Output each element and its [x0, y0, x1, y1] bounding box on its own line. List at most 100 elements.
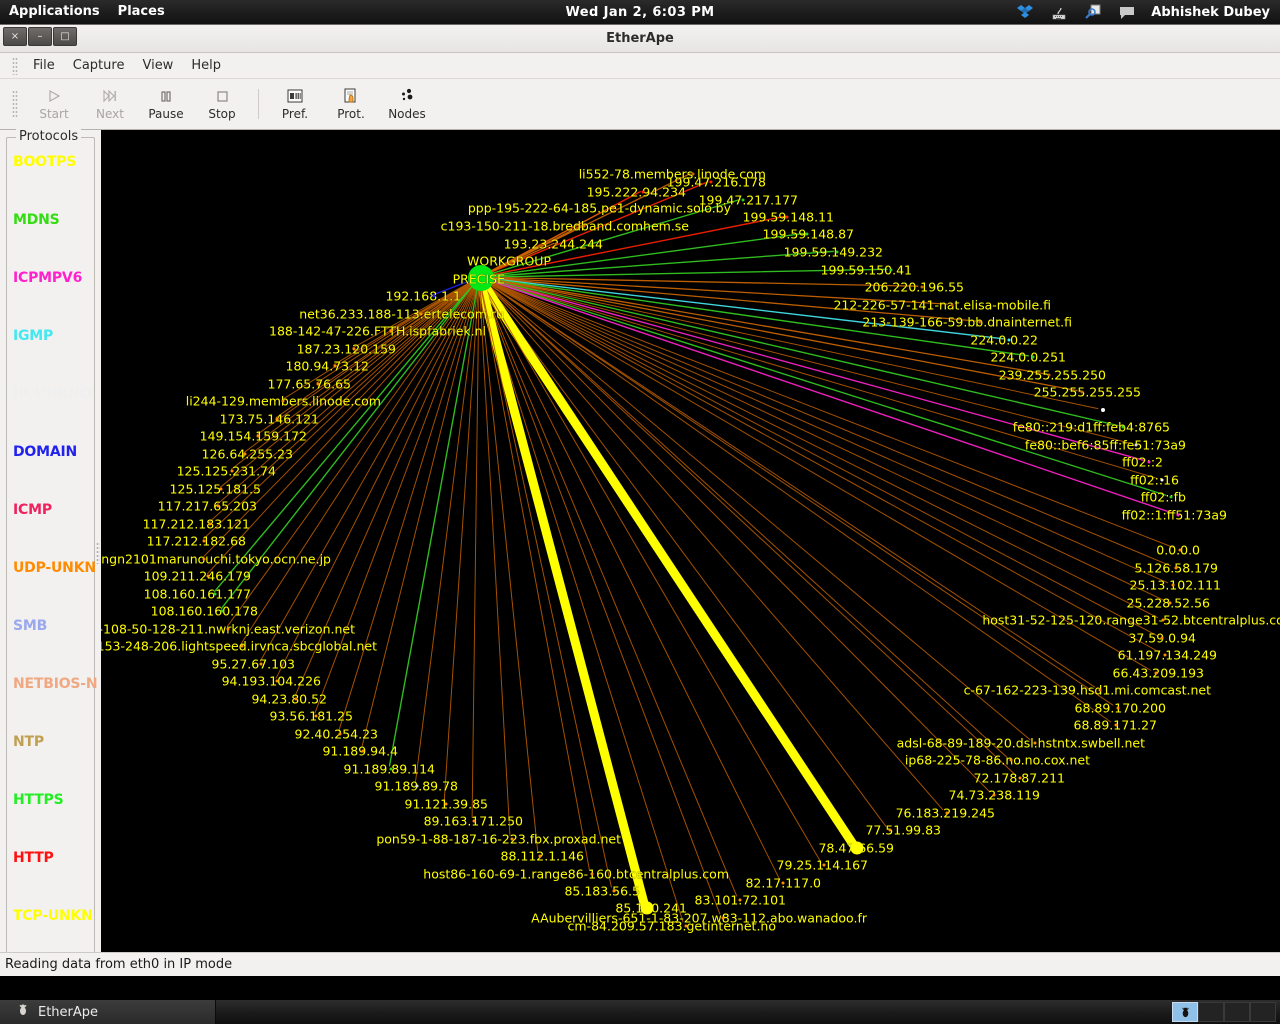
graph-node[interactable]	[275, 679, 279, 683]
graph-node[interactable]	[432, 294, 436, 298]
graph-node[interactable]	[1178, 548, 1182, 552]
taskbar-window-etherape[interactable]: EtherApe	[0, 1000, 216, 1024]
graph-node[interactable]	[1168, 601, 1172, 605]
menu-help[interactable]: Help	[182, 55, 230, 76]
graph-node[interactable]	[256, 434, 260, 438]
search-icon[interactable]	[1083, 2, 1103, 22]
graph-node[interactable]	[1101, 408, 1105, 412]
graph-node[interactable]	[219, 487, 223, 491]
graph-node[interactable]	[361, 749, 365, 753]
graph-node[interactable]	[554, 242, 558, 246]
preferences-button[interactable]: Pref.	[267, 82, 323, 127]
protocol-item-smb[interactable]: SMB	[7, 618, 94, 676]
user-menu[interactable]: Abhishek Dubey	[1151, 5, 1276, 20]
protocol-item-bootps[interactable]: BOOTPS	[7, 154, 94, 212]
graph-node[interactable]	[1033, 741, 1037, 745]
graph-node[interactable]	[741, 198, 745, 202]
graph-node[interactable]	[213, 592, 217, 596]
protocol-item-ip-unkno[interactable]: IP_UNKNO	[7, 386, 94, 444]
graph-node[interactable]	[1154, 671, 1158, 675]
protocol-item-https[interactable]: HTTPS	[7, 792, 94, 850]
graph-node[interactable]	[1098, 688, 1102, 692]
graph-node[interactable]	[920, 285, 924, 289]
graph-node[interactable]	[1018, 776, 1022, 780]
protocol-item-netbios-n[interactable]: NETBIOS-N	[7, 676, 98, 734]
graph-node[interactable]	[226, 627, 230, 631]
protocol-item-igmp[interactable]: IGMP	[7, 328, 94, 386]
graph-node[interactable]	[1031, 355, 1035, 359]
workspace-4[interactable]	[1250, 1002, 1276, 1022]
graph-node[interactable]	[582, 224, 586, 228]
protocol-item-mdns[interactable]: MDNS	[7, 212, 94, 270]
graph-node[interactable]	[1161, 618, 1165, 622]
graph-node[interactable]	[822, 863, 826, 867]
graph-node[interactable]	[684, 924, 688, 928]
protocol-item-icmp[interactable]: ICMP	[7, 502, 94, 560]
graph-node[interactable]	[612, 889, 616, 893]
graph-node[interactable]	[415, 784, 419, 788]
graph-node[interactable]	[220, 609, 224, 613]
graph-node[interactable]	[1121, 425, 1125, 429]
graph-node[interactable]	[738, 898, 742, 902]
graph-node[interactable]	[243, 452, 247, 456]
workspace-3[interactable]	[1224, 1002, 1250, 1022]
graph-node[interactable]	[538, 854, 542, 858]
graph-node[interactable]	[202, 557, 206, 561]
graph-node[interactable]	[1176, 513, 1180, 517]
workspace-1[interactable]	[1172, 1002, 1198, 1022]
graph-node[interactable]	[1134, 443, 1138, 447]
graph-node[interactable]	[1116, 706, 1120, 710]
dropbox-icon[interactable]	[1015, 2, 1035, 22]
protocol-item-ntp[interactable]: NTP	[7, 734, 94, 792]
toolbar-grip[interactable]	[12, 90, 18, 118]
graph-node[interactable]	[641, 190, 645, 194]
graph-node[interactable]	[850, 841, 864, 855]
graph-node[interactable]	[338, 732, 342, 736]
graph-node[interactable]	[230, 469, 234, 473]
protocol-item-domain[interactable]: DOMAIN	[7, 444, 94, 502]
graph-node[interactable]	[835, 250, 839, 254]
graph-node[interactable]	[208, 522, 212, 526]
graph-node[interactable]	[352, 347, 356, 351]
pause-button[interactable]: Pause	[138, 82, 194, 127]
graph-node[interactable]	[1174, 566, 1178, 570]
graph-node[interactable]	[709, 180, 713, 184]
graph-node[interactable]	[1114, 723, 1118, 727]
chat-icon[interactable]	[1117, 2, 1137, 22]
protocol-item-udp-unkn[interactable]: UDP-UNKN	[7, 560, 96, 618]
graph-node[interactable]	[316, 382, 320, 386]
keyboard-indicator-icon[interactable]	[1049, 2, 1069, 22]
graph-node[interactable]	[1047, 373, 1051, 377]
graph-node[interactable]	[275, 417, 279, 421]
graph-node[interactable]	[1171, 583, 1175, 587]
stop-button[interactable]: Stop	[194, 82, 250, 127]
graph-node[interactable]	[611, 206, 615, 210]
graph-node[interactable]	[781, 881, 785, 885]
graph-node[interactable]	[992, 793, 996, 797]
graph-node[interactable]	[950, 303, 954, 307]
graph-node[interactable]	[472, 819, 476, 823]
graph-node[interactable]	[294, 697, 298, 701]
graph-node-center[interactable]	[468, 265, 494, 291]
graph-node[interactable]	[1080, 390, 1084, 394]
graph-node[interactable]	[333, 364, 337, 368]
menu-file[interactable]: File	[24, 55, 64, 76]
graph-node[interactable]	[216, 504, 220, 508]
graph-node[interactable]	[202, 539, 206, 543]
graph-node[interactable]	[590, 872, 594, 876]
graph-node[interactable]	[240, 644, 244, 648]
graph-node[interactable]	[1009, 758, 1013, 762]
graph-node[interactable]	[1147, 460, 1151, 464]
graph-node[interactable]	[978, 320, 982, 324]
graph-node[interactable]	[805, 232, 809, 236]
graph-node[interactable]	[510, 837, 514, 841]
menu-view[interactable]: View	[133, 55, 182, 76]
graph-node[interactable]	[1160, 636, 1164, 640]
graph-node[interactable]	[281, 399, 285, 403]
graph-node[interactable]	[785, 215, 789, 219]
protocol-item-icpmpv6[interactable]: ICPMPV6	[7, 270, 94, 328]
workspace-2[interactable]	[1198, 1002, 1224, 1022]
next-button[interactable]: Next	[82, 82, 138, 127]
graph-node[interactable]	[1160, 478, 1164, 482]
start-button[interactable]: Start	[26, 82, 82, 127]
